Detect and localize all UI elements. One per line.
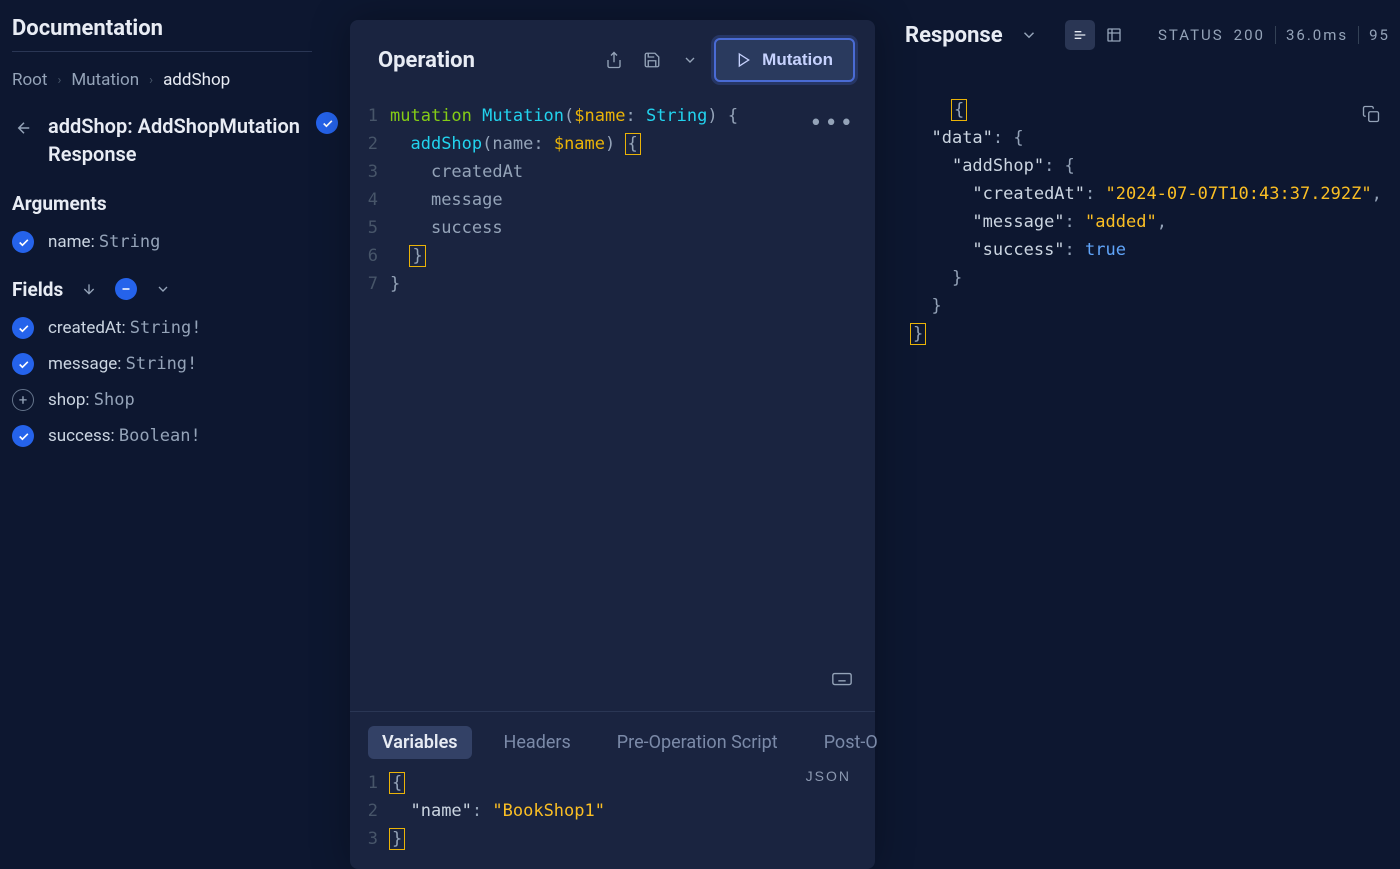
bottom-tabs: Variables Headers Pre-Operation Script P… <box>350 726 875 759</box>
json-badge: JSON <box>806 765 851 788</box>
keyboard-icon[interactable] <box>831 668 853 699</box>
tab-pre-operation-script[interactable]: Pre-Operation Script <box>603 726 792 759</box>
field-createdAt[interactable]: createdAt: String! <box>12 317 338 339</box>
chevron-down-icon[interactable] <box>151 277 175 301</box>
type-signature-row: addShop: AddShopMutationResponse <box>12 112 338 168</box>
selected-check-icon[interactable] <box>316 112 338 134</box>
add-field-icon: + <box>12 389 34 411</box>
selected-check-icon <box>12 425 34 447</box>
type-signature: addShop: AddShopMutationResponse <box>48 112 304 168</box>
response-body[interactable]: { "data": { "addShop": { "createdAt": "2… <box>905 68 1400 348</box>
line-gutter: 1 2 3 4 5 6 7 <box>350 102 390 701</box>
breadcrumb-current: addShop <box>163 70 230 90</box>
response-time: 36.0ms <box>1286 26 1348 44</box>
status-code: 200 <box>1234 26 1265 44</box>
selected-check-icon <box>12 317 34 339</box>
variables-editor[interactable]: JSON 1 2 3 { "name": "BookShop1" } <box>350 759 875 869</box>
view-toggle <box>1065 20 1129 50</box>
chevron-right-icon: › <box>149 73 153 88</box>
back-arrow-icon[interactable] <box>12 116 36 140</box>
response-size: 95 <box>1369 26 1390 44</box>
operation-editor[interactable]: 1 2 3 4 5 6 7 mutation Mutation($name: S… <box>350 100 875 711</box>
chevron-down-icon[interactable] <box>1017 23 1041 47</box>
share-icon[interactable] <box>600 46 628 74</box>
documentation-sidebar: Documentation Root › Mutation › addShop … <box>0 0 350 869</box>
more-options-icon[interactable]: ••• <box>809 106 855 142</box>
sort-icon[interactable] <box>77 277 101 301</box>
status-area: STATUS 200 36.0ms 95 <box>1158 26 1400 44</box>
operation-panel: Operation Mutation 1 2 3 4 5 6 7 mutatio… <box>350 20 875 869</box>
response-title: Response <box>905 23 1003 48</box>
chevron-down-icon[interactable] <box>676 46 704 74</box>
save-icon[interactable] <box>638 46 666 74</box>
operation-header: Operation Mutation <box>350 20 875 100</box>
response-header: Response STATUS 200 36.0ms 95 <box>905 20 1400 50</box>
status-label: STATUS <box>1158 26 1224 44</box>
operation-title: Operation <box>378 48 590 73</box>
field-shop[interactable]: + shop: Shop <box>12 389 338 411</box>
table-view-icon[interactable] <box>1099 20 1129 50</box>
line-gutter: 1 2 3 <box>350 769 390 859</box>
selected-check-icon <box>12 353 34 375</box>
code-body[interactable]: mutation Mutation($name: String) { addSh… <box>390 102 875 701</box>
selected-check-icon <box>12 231 34 253</box>
breadcrumb-mutation[interactable]: Mutation <box>71 70 139 90</box>
arguments-heading: Arguments <box>12 192 338 215</box>
run-mutation-button[interactable]: Mutation <box>714 38 855 82</box>
copy-icon[interactable] <box>1301 76 1380 160</box>
response-panel: Response STATUS 200 36.0ms 95 { "data": … <box>875 0 1400 869</box>
documentation-title: Documentation <box>12 16 312 52</box>
collapse-all-icon[interactable] <box>115 278 137 300</box>
breadcrumb-root[interactable]: Root <box>12 70 47 90</box>
argument-name[interactable]: name: String <box>12 231 338 253</box>
field-message[interactable]: message: String! <box>12 353 338 375</box>
tab-headers[interactable]: Headers <box>490 726 585 759</box>
json-view-icon[interactable] <box>1065 20 1095 50</box>
field-success[interactable]: success: Boolean! <box>12 425 338 447</box>
bottom-tabs-area: Variables Headers Pre-Operation Script P… <box>350 711 875 869</box>
tab-variables[interactable]: Variables <box>368 726 472 759</box>
breadcrumb: Root › Mutation › addShop <box>12 70 338 90</box>
fields-heading: Fields <box>12 277 338 301</box>
chevron-right-icon: › <box>57 73 61 88</box>
